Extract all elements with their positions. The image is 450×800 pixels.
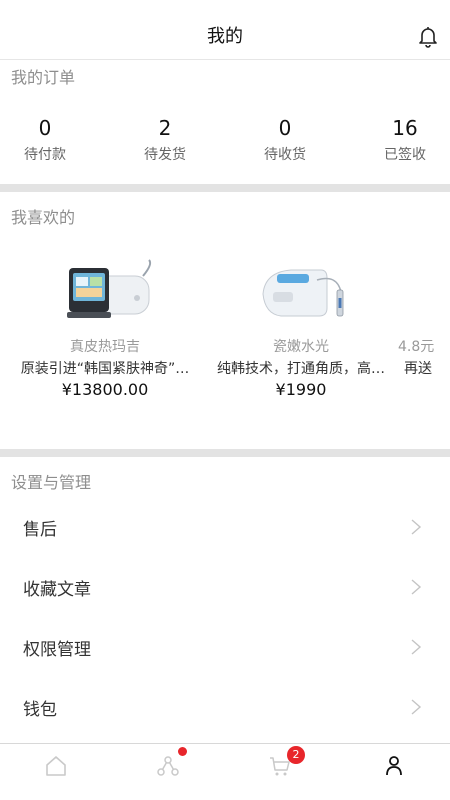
settings-item-label: 权限管理 bbox=[23, 640, 91, 660]
section-divider bbox=[0, 449, 450, 457]
page-title: 我的 bbox=[207, 26, 243, 47]
settings-section-title: 设置与管理 bbox=[11, 473, 92, 492]
favorites-section-title: 我喜欢的 bbox=[11, 208, 76, 227]
share-network-icon bbox=[157, 756, 179, 776]
product-price: ¥13800.00 bbox=[61, 380, 149, 399]
product-description: 原装引进“韩国紧肤神奇”… bbox=[20, 361, 190, 377]
order-label: 待收货 bbox=[264, 147, 306, 163]
notification-dot bbox=[178, 747, 187, 756]
order-pending-shipment[interactable]: 2 待发货 bbox=[105, 116, 225, 164]
chevron-right-icon bbox=[411, 699, 422, 715]
product-name: 4.8元 bbox=[398, 339, 435, 355]
order-count: 0 bbox=[38, 116, 52, 140]
tab-home[interactable] bbox=[0, 744, 112, 800]
order-count: 2 bbox=[158, 116, 172, 140]
settings-item-after-sales[interactable]: 售后 bbox=[0, 497, 450, 557]
settings-item-wallet[interactable]: 钱包 bbox=[0, 677, 450, 737]
order-label: 已签收 bbox=[384, 147, 426, 163]
tab-cart[interactable]: 2 bbox=[224, 744, 336, 800]
order-count: 16 bbox=[392, 116, 418, 140]
tab-profile[interactable] bbox=[338, 744, 450, 800]
bell-icon[interactable] bbox=[416, 24, 440, 48]
cart-count-badge: 2 bbox=[287, 746, 305, 764]
order-signed[interactable]: 16 已签收 bbox=[345, 116, 450, 164]
product-description: 纯韩技术，打通角质，高… bbox=[217, 361, 385, 377]
tab-share[interactable] bbox=[112, 744, 224, 800]
section-divider bbox=[0, 184, 450, 192]
product-price: ¥1990 bbox=[275, 380, 327, 399]
profile-screen: 我的 我的订单 0 待付款 2 待发货 0 待收货 16 已签收 我喜欢的 真皮… bbox=[0, 0, 450, 800]
home-icon bbox=[46, 756, 66, 776]
favorite-card[interactable]: 真皮热玛吉 原装引进“韩国紧肤神奇”… ¥13800.00 bbox=[10, 258, 200, 399]
order-pending-receipt[interactable]: 0 待收货 bbox=[225, 116, 345, 164]
chevron-right-icon bbox=[411, 639, 422, 655]
settings-item-permissions[interactable]: 权限管理 bbox=[0, 617, 450, 677]
chevron-right-icon bbox=[411, 579, 422, 595]
favorite-card[interactable]: 瓷嫩水光 纯韩技术，打通角质，高… ¥1990 bbox=[206, 258, 396, 399]
settings-item-saved-articles[interactable]: 收藏文章 bbox=[0, 557, 450, 617]
top-bar: 我的 bbox=[0, 0, 450, 60]
favorite-card-partial[interactable]: 4.8元 再送 bbox=[398, 336, 450, 378]
product-image-device bbox=[67, 259, 152, 318]
product-image-device bbox=[262, 269, 344, 317]
chevron-right-icon bbox=[411, 519, 422, 535]
settings-item-label: 收藏文章 bbox=[23, 580, 91, 600]
orders-section-title: 我的订单 bbox=[11, 68, 76, 87]
user-icon bbox=[386, 756, 402, 776]
product-name: 瓷嫩水光 bbox=[273, 339, 329, 355]
product-description: 再送 bbox=[404, 361, 432, 377]
product-name: 真皮热玛吉 bbox=[70, 339, 140, 355]
order-label: 待付款 bbox=[24, 147, 66, 163]
settings-item-label: 钱包 bbox=[23, 700, 57, 720]
order-count: 0 bbox=[278, 116, 292, 140]
order-pending-payment[interactable]: 0 待付款 bbox=[0, 116, 105, 164]
bottom-tab-bar: 2 bbox=[0, 743, 450, 800]
header-divider bbox=[0, 59, 450, 60]
settings-item-label: 售后 bbox=[23, 520, 57, 540]
order-label: 待发货 bbox=[144, 147, 186, 163]
